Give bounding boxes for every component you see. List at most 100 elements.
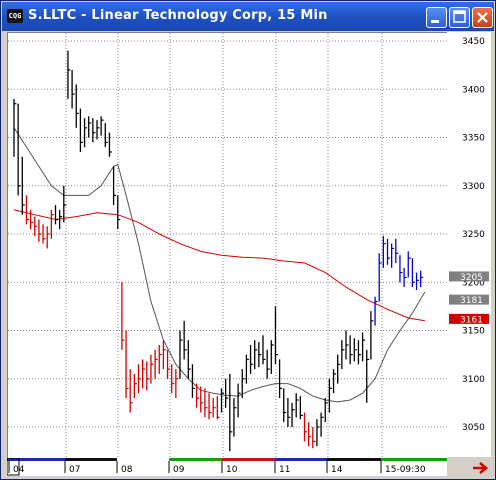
price-bar (17, 103, 21, 196)
price-bar (191, 364, 195, 399)
price-bar (361, 332, 366, 362)
session-color-bar (275, 458, 327, 461)
y-tick-label: 3250 (462, 230, 485, 240)
price-bar (270, 340, 274, 374)
price-bar (38, 219, 42, 242)
price-bar (366, 349, 370, 403)
price-bar (141, 359, 146, 389)
price-bar (59, 209, 63, 230)
price-bar (357, 340, 361, 365)
price-bar (316, 419, 320, 447)
x-tick-label: 10 (226, 465, 238, 475)
y-tick-label: 3100 (462, 375, 485, 385)
price-bar (29, 209, 34, 230)
price-bar (216, 396, 220, 420)
price-bar (320, 412, 324, 437)
price-bar (121, 282, 125, 350)
price-bar (370, 311, 374, 360)
session-color-bar (222, 458, 275, 461)
price-bar (112, 166, 117, 206)
price-chart (8, 33, 448, 458)
chart-window: CQG S.LLTC - Linear Technology Corp, 15 … (0, 0, 496, 480)
price-bar (208, 393, 212, 420)
price-bar (187, 340, 191, 379)
price-bar (274, 306, 278, 365)
price-bar (324, 398, 328, 423)
price-bar (374, 296, 378, 326)
price-bar (104, 123, 108, 148)
price-bar (204, 388, 208, 418)
price-bar (332, 369, 337, 394)
scroll-right-arrow-icon[interactable] (471, 460, 491, 476)
y-tick-label: 3300 (462, 182, 485, 192)
minimize-button[interactable] (426, 7, 447, 28)
close-button[interactable] (472, 7, 493, 28)
price-bar (411, 258, 415, 288)
price-bar (125, 330, 129, 399)
price-bar (395, 238, 399, 263)
price-bar (34, 216, 38, 236)
session-color-bar (117, 458, 169, 461)
price-bar (158, 344, 162, 374)
price-chart-area[interactable] (7, 32, 448, 458)
price-bar (249, 344, 254, 374)
price-marker-label: 3205 (460, 273, 483, 283)
price-axis-svg: 3450340033503300325032003150310030503205… (449, 37, 489, 433)
maximize-button[interactable] (449, 7, 470, 28)
price-bar (415, 272, 420, 290)
y-tick-label: 3150 (462, 327, 485, 337)
price-bar (262, 335, 266, 365)
price-bar (92, 118, 96, 143)
price-bar (378, 253, 382, 302)
price-bar (420, 270, 424, 288)
x-tick-label: 15-09:30 (385, 465, 426, 475)
y-tick-label: 3350 (462, 134, 485, 144)
price-axis[interactable]: 3450 3400 3350 3300 3250 3200 3150 3100 3050 3205… (447, 32, 491, 457)
price-bar (83, 118, 88, 148)
ma-slow-line (13, 209, 425, 322)
price-bar (341, 340, 345, 370)
session-color-bar (65, 458, 117, 461)
price-bar (137, 364, 141, 394)
price-bar (229, 373, 233, 452)
price-bar (295, 393, 299, 418)
time-axis[interactable]: 04 07 08 09 10 11 14 15-09:30 (6, 457, 447, 476)
price-bar (67, 50, 71, 99)
session-color-bar (381, 458, 447, 461)
cqg-app-icon[interactable]: CQG (7, 9, 23, 23)
price-bar (291, 402, 295, 427)
price-bar (133, 373, 137, 399)
price-bar (175, 369, 179, 399)
price-bar (129, 369, 133, 413)
price-bar (258, 342, 262, 368)
price-bar (407, 251, 411, 278)
price-bar (88, 116, 92, 138)
price-bar (307, 422, 312, 447)
title-bar[interactable]: CQG S.LLTC - Linear Technology Corp, 15 … (2, 2, 494, 31)
x-tick-label: 09 (173, 465, 185, 475)
price-bar (382, 235, 386, 268)
close-icon (477, 12, 488, 23)
price-bar (25, 195, 29, 225)
price-bar (154, 349, 158, 379)
price-bar (13, 98, 17, 157)
price-bar (233, 398, 237, 437)
price-bar (212, 398, 216, 418)
price-bar (283, 388, 287, 423)
price-bar (399, 255, 403, 283)
price-bar (108, 132, 112, 157)
price-bar (46, 226, 50, 249)
y-tick-label: 3050 (462, 423, 485, 433)
price-bar (328, 378, 332, 413)
session-color-bar (169, 458, 222, 461)
x-tick-label: 11 (279, 465, 290, 475)
price-bar (353, 338, 357, 362)
price-bar (96, 120, 100, 140)
price-bar (54, 205, 58, 225)
price-bar (224, 378, 229, 408)
price-bar (266, 349, 270, 379)
price-bar (345, 330, 349, 360)
price-bar (100, 116, 104, 136)
price-bar (287, 398, 291, 427)
price-bar (386, 238, 390, 265)
